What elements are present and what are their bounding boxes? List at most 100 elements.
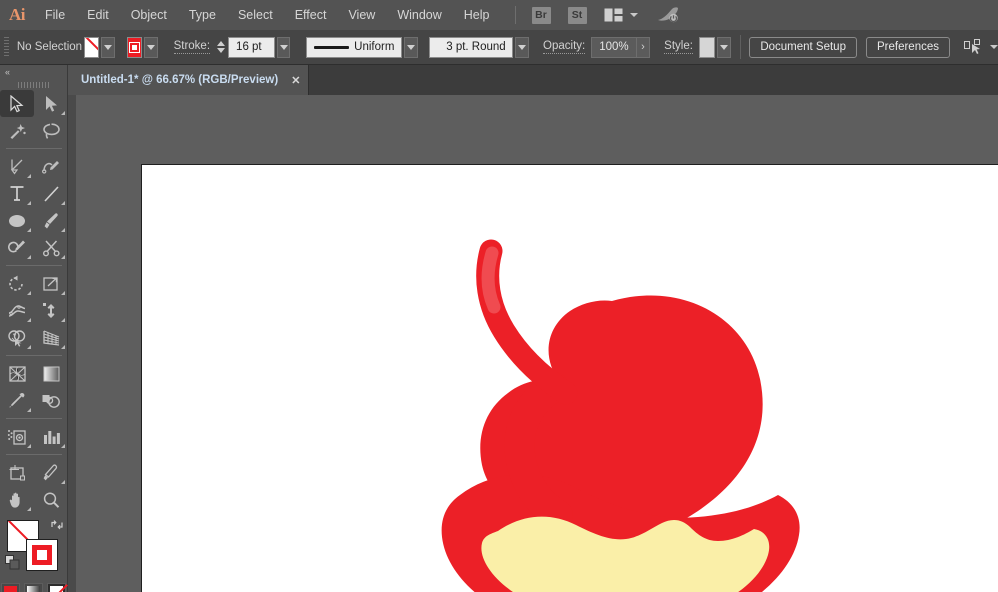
canvas-area[interactable]	[76, 95, 998, 592]
graphic-style-swatch[interactable]	[699, 37, 715, 58]
tool-paintbrush[interactable]	[34, 207, 68, 234]
brush-definition-select[interactable]: 3 pt. Round	[429, 37, 513, 58]
color-swatch-icon[interactable]	[1, 583, 20, 592]
document-tab[interactable]: Untitled-1* @ 66.67% (RGB/Preview) ✕	[68, 65, 309, 95]
canvas-left-gutter	[68, 95, 76, 592]
menu-edit[interactable]: Edit	[76, 0, 120, 30]
none-swatch-icon[interactable]	[47, 583, 66, 592]
collapse-panel-icon[interactable]: «	[5, 67, 9, 77]
uniform-profile-icon	[314, 46, 349, 49]
stroke-chevron-down-icon[interactable]	[144, 37, 158, 58]
color-mode-buttons	[0, 583, 67, 592]
menu-file[interactable]: File	[34, 0, 76, 30]
stroke-red-swatch[interactable]	[127, 37, 142, 58]
tool-gradient[interactable]	[34, 360, 68, 387]
preferences-button[interactable]: Preferences	[866, 37, 950, 58]
opacity-input[interactable]: 100%	[591, 37, 636, 58]
opacity-expand-arrow-icon[interactable]: ›	[637, 37, 651, 58]
tool-zoom[interactable]	[34, 486, 68, 513]
tool-ellipse[interactable]	[0, 207, 34, 234]
tool-curvature[interactable]	[34, 153, 68, 180]
select-similar-objects-icon[interactable]	[964, 39, 984, 55]
stroke-weight-chevron-down-icon[interactable]	[277, 37, 291, 58]
rocket-icon[interactable]	[656, 6, 680, 24]
stroke-weight-input[interactable]: 16 pt	[228, 37, 275, 58]
default-fill-stroke-icon[interactable]	[5, 555, 20, 575]
fill-none-swatch[interactable]	[84, 37, 99, 58]
illustrator-window: Ai File Edit Object Type Select Effect V…	[0, 0, 998, 592]
tool-artboard[interactable]	[0, 459, 34, 486]
tool-corner-indicator	[61, 111, 65, 115]
bridge-icon[interactable]: Br	[532, 7, 551, 24]
tools-panel-grip[interactable]	[0, 79, 67, 90]
control-bar-grip[interactable]	[4, 37, 9, 57]
tool-shaper[interactable]	[0, 234, 34, 261]
tools-grid	[0, 90, 68, 513]
style-chevron-down-icon[interactable]	[717, 37, 731, 58]
tool-perspective-grid[interactable]	[34, 324, 68, 351]
arrange-chevron-down-icon[interactable]	[630, 13, 638, 17]
stroke-weight-stepper[interactable]	[216, 37, 225, 58]
stroke-red-swatch[interactable]	[26, 539, 58, 571]
menu-select[interactable]: Select	[227, 0, 284, 30]
select-similar-chevron-down-icon[interactable]	[990, 45, 998, 49]
width-profile-chevron-down-icon[interactable]	[404, 37, 418, 58]
menubar-divider	[515, 6, 516, 24]
cherry-stomach-illustration[interactable]	[142, 165, 998, 592]
tool-corner-indicator	[27, 318, 31, 322]
stroke-weight-label: Stroke:	[174, 40, 210, 54]
tool-direct-selection[interactable]	[34, 90, 68, 117]
tool-slice[interactable]	[34, 459, 68, 486]
tools-divider	[6, 355, 62, 356]
tool-mesh[interactable]	[0, 360, 34, 387]
swap-fill-stroke-icon[interactable]	[50, 518, 64, 536]
close-icon[interactable]: ✕	[291, 74, 300, 87]
brush-chevron-down-icon[interactable]	[515, 37, 529, 58]
document-tab-bar: Untitled-1* @ 66.67% (RGB/Preview) ✕	[68, 65, 998, 95]
tool-pen[interactable]	[0, 153, 34, 180]
menu-bar: Ai File Edit Object Type Select Effect V…	[0, 0, 998, 30]
menu-help[interactable]: Help	[453, 0, 501, 30]
stock-icon[interactable]: St	[568, 7, 587, 24]
width-profile-select[interactable]: Uniform	[306, 37, 402, 58]
tool-blend[interactable]	[34, 387, 68, 414]
menu-object[interactable]: Object	[120, 0, 178, 30]
gradient-swatch-icon[interactable]	[24, 583, 43, 592]
fill-chevron-down-icon[interactable]	[101, 37, 115, 58]
menu-type[interactable]: Type	[178, 0, 227, 30]
brush-definition-label: 3 pt. Round	[446, 41, 505, 53]
document-tab-title: Untitled-1* @ 66.67% (RGB/Preview)	[81, 74, 278, 86]
tool-lasso[interactable]	[34, 117, 68, 144]
tool-shape-builder[interactable]	[0, 324, 34, 351]
tool-width[interactable]	[0, 297, 34, 324]
menu-view[interactable]: View	[337, 0, 386, 30]
tool-rotate[interactable]	[0, 270, 34, 297]
artboard[interactable]	[141, 164, 998, 592]
tool-scissors[interactable]	[34, 234, 68, 261]
tool-magic-wand[interactable]	[0, 117, 34, 144]
tool-corner-indicator	[27, 201, 31, 205]
document-setup-button[interactable]: Document Setup	[749, 37, 857, 58]
arrange-documents-icon[interactable]	[604, 8, 623, 22]
artwork-stem-highlight	[488, 253, 494, 307]
tool-corner-indicator	[27, 345, 31, 349]
selection-status: No Selection	[17, 41, 84, 53]
tool-corner-indicator	[27, 444, 31, 448]
tool-corner-indicator	[61, 345, 65, 349]
tool-scale[interactable]	[34, 270, 68, 297]
color-controls	[0, 516, 68, 578]
tool-hand[interactable]	[0, 486, 34, 513]
tool-symbol-sprayer[interactable]	[0, 423, 34, 450]
tool-corner-indicator	[61, 444, 65, 448]
tools-panel: «	[0, 65, 68, 592]
menu-effect[interactable]: Effect	[284, 0, 338, 30]
menu-window[interactable]: Window	[386, 0, 452, 30]
tool-corner-indicator	[61, 201, 65, 205]
tool-line-segment[interactable]	[34, 180, 68, 207]
tool-corner-indicator	[61, 318, 65, 322]
tool-selection[interactable]	[0, 90, 34, 117]
tool-eyedropper[interactable]	[0, 387, 34, 414]
tool-column-graph[interactable]	[34, 423, 68, 450]
tool-free-transform[interactable]	[34, 297, 68, 324]
tool-type[interactable]	[0, 180, 34, 207]
